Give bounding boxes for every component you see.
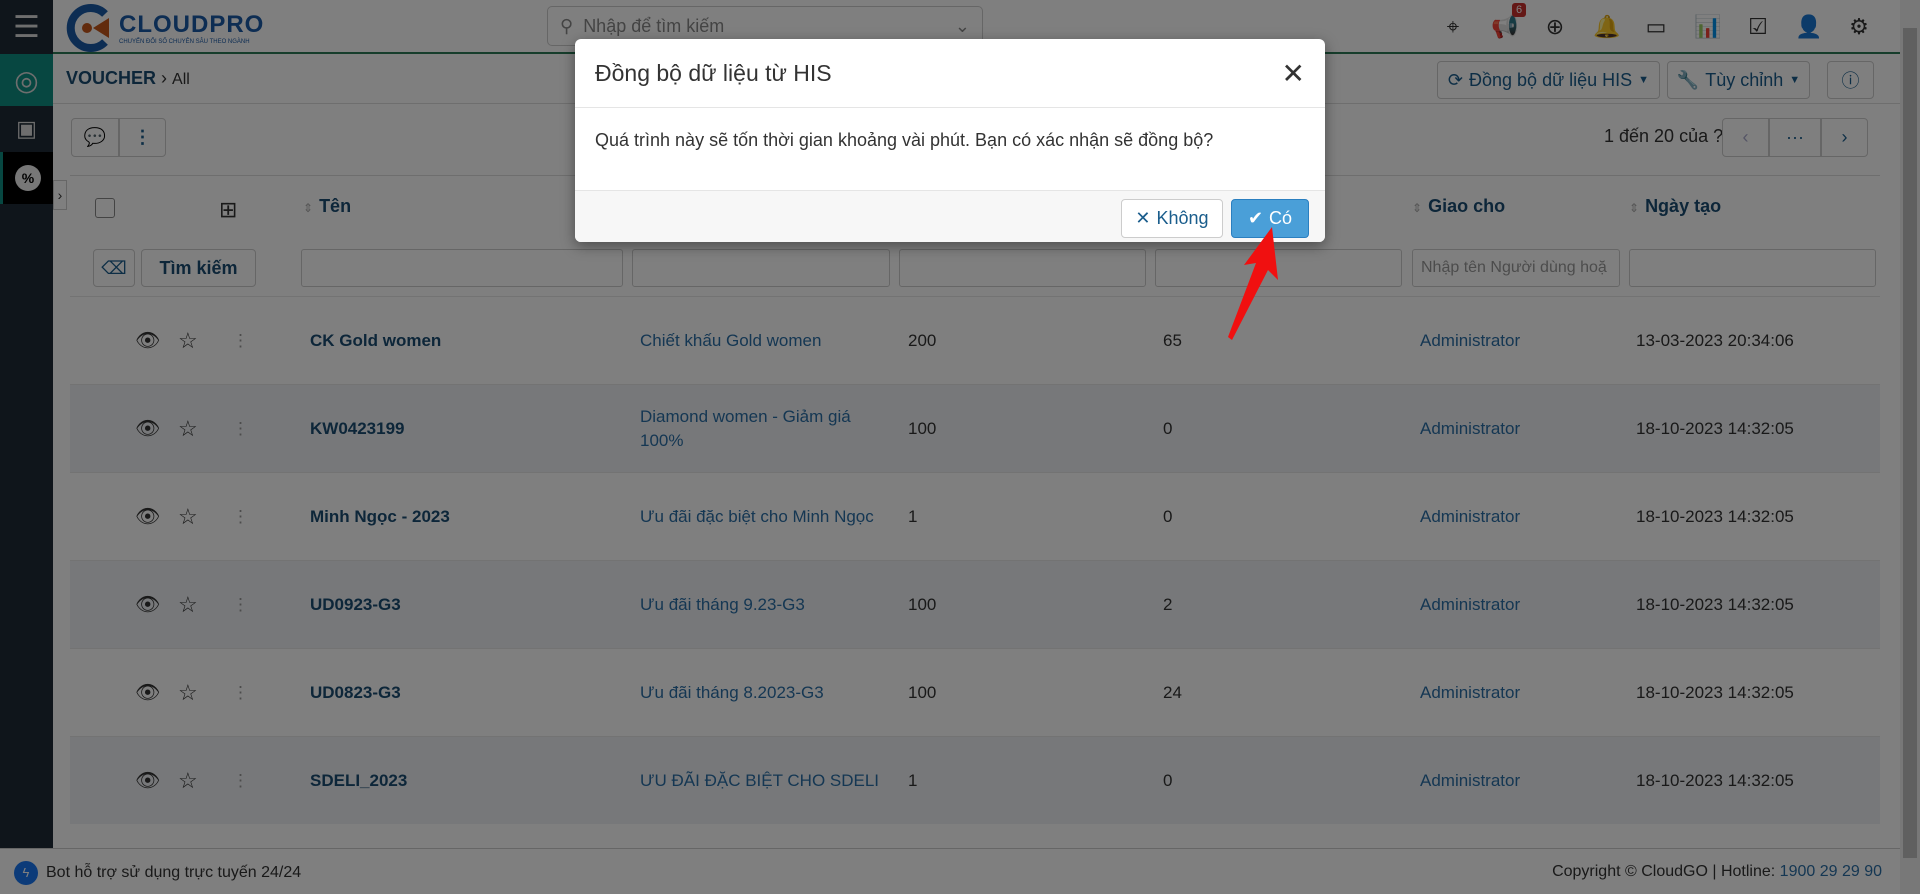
cancel-label: Không [1156, 208, 1209, 228]
dialog-title: Đồng bộ dữ liệu từ HIS [595, 59, 832, 86]
dialog-message: Quá trình này sẽ tốn thời gian khoảng và… [595, 130, 1214, 150]
close-icon[interactable]: ✕ [1282, 57, 1305, 90]
sync-confirm-dialog: Đồng bộ dữ liệu từ HIS ✕ Quá trình này sẽ… [575, 39, 1325, 242]
x-icon: ✕ [1135, 208, 1151, 228]
red-arrow-annotation [1228, 227, 1278, 340]
cancel-button[interactable]: ✕ Không [1121, 199, 1223, 238]
